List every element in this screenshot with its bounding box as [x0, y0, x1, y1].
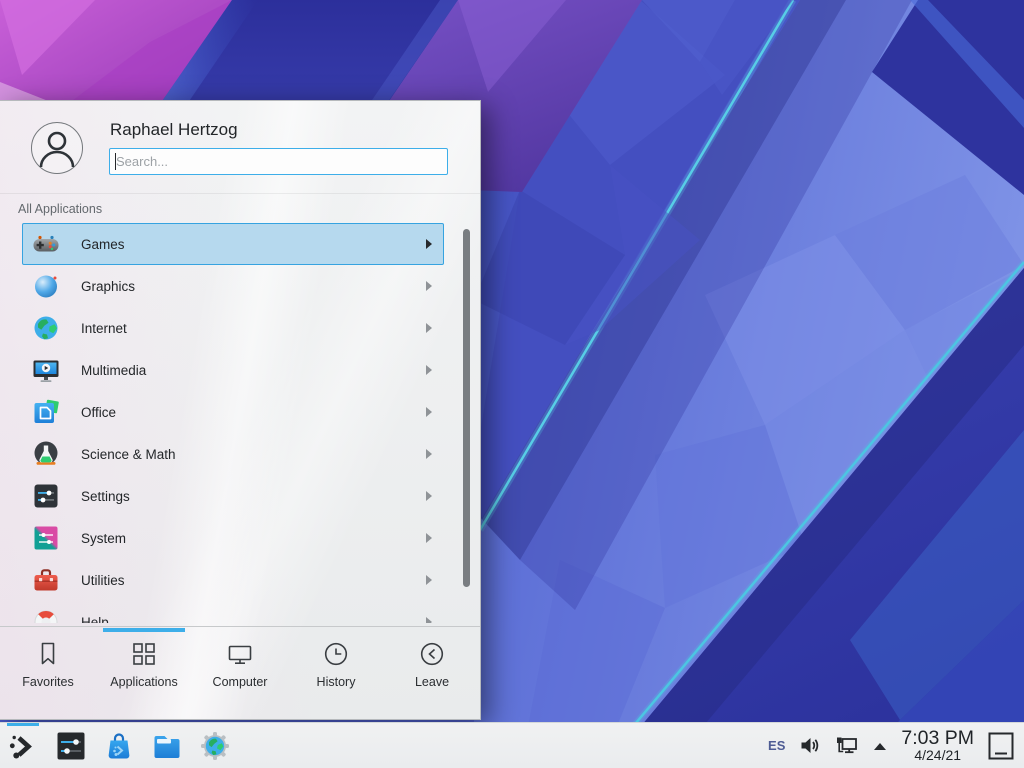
tab-label: Leave	[415, 675, 449, 689]
category-label: Games	[81, 237, 125, 252]
kde-launcher-icon	[8, 731, 38, 761]
tab-label: Favorites	[22, 675, 73, 689]
launcher-header: Raphael Hertzog	[0, 101, 480, 194]
chevron-right-icon	[426, 449, 432, 459]
clock-icon	[322, 640, 350, 668]
category-utilities[interactable]: Utilities	[22, 559, 444, 601]
tab-history[interactable]: History	[288, 627, 384, 719]
category-label: Internet	[81, 321, 127, 336]
tab-computer[interactable]: Computer	[192, 627, 288, 719]
chevron-right-icon	[426, 617, 432, 623]
globe-gear-icon	[200, 731, 230, 761]
desktop: Raphael Hertzog All Applications Games	[0, 0, 1024, 768]
category-label: Graphics	[81, 279, 135, 294]
tab-label: Computer	[213, 675, 268, 689]
tab-label: History	[317, 675, 356, 689]
category-list: Games Graphics Internet	[22, 223, 444, 623]
web-browser-button[interactable]	[198, 723, 232, 768]
category-help[interactable]: Help	[22, 601, 444, 623]
taskbar-panel: ES 7:03 PM 4/24/21	[0, 722, 1024, 768]
folder-icon	[152, 731, 182, 761]
taskbar-launchers	[0, 723, 232, 768]
category-system[interactable]: System	[22, 517, 444, 559]
bookmark-icon	[34, 640, 62, 668]
clock-time: 7:03 PM	[901, 728, 974, 748]
text-caret	[115, 153, 116, 170]
system-tray: ES 7:03 PM 4/24/21	[768, 728, 1024, 763]
system-settings-button[interactable]	[54, 723, 88, 768]
network-icon[interactable]	[834, 734, 859, 757]
utilities-icon	[32, 566, 60, 594]
category-science-math[interactable]: Science & Math	[22, 433, 444, 475]
chevron-right-icon	[426, 575, 432, 585]
shopping-bag-icon	[104, 731, 134, 761]
sphere-icon	[32, 272, 60, 300]
grid-icon	[130, 640, 158, 668]
tray-expander-caret-icon[interactable]	[872, 740, 888, 752]
tab-label: Applications	[110, 675, 177, 689]
chevron-right-icon	[426, 281, 432, 291]
category-multimedia[interactable]: Multimedia	[22, 349, 444, 391]
search-input[interactable]	[109, 148, 448, 175]
globe-icon	[32, 314, 60, 342]
tab-leave[interactable]: Leave	[384, 627, 480, 719]
show-desktop-button[interactable]	[987, 731, 1015, 761]
chevron-right-icon	[426, 491, 432, 501]
system-icon	[32, 524, 60, 552]
category-office[interactable]: Office	[22, 391, 444, 433]
launcher-tabbar: Favorites Applications C	[0, 626, 480, 719]
chevron-right-icon	[426, 407, 432, 417]
category-settings[interactable]: Settings	[22, 475, 444, 517]
category-label: Multimedia	[81, 363, 146, 378]
discover-button[interactable]	[102, 723, 136, 768]
tab-applications[interactable]: Applications	[96, 627, 192, 719]
office-icon	[32, 398, 60, 426]
user-avatar[interactable]	[31, 122, 83, 174]
tab-favorites[interactable]: Favorites	[0, 627, 96, 719]
section-label: All Applications	[18, 202, 102, 216]
clock-date: 4/24/21	[901, 748, 974, 763]
leave-icon	[418, 640, 446, 668]
person-icon	[32, 123, 82, 173]
monitor-icon	[226, 640, 254, 668]
user-name: Raphael Hertzog	[110, 120, 238, 140]
category-label: Settings	[81, 489, 130, 504]
gamepad-icon	[32, 230, 60, 258]
category-label: Help	[81, 615, 109, 624]
chevron-right-icon	[426, 533, 432, 543]
chevron-right-icon	[426, 365, 432, 375]
keyboard-layout-indicator[interactable]: ES	[768, 738, 785, 753]
scrollbar-thumb[interactable]	[463, 229, 470, 587]
sliders-icon	[56, 731, 86, 761]
category-label: System	[81, 531, 126, 546]
multimedia-icon	[32, 356, 60, 384]
file-manager-button[interactable]	[150, 723, 184, 768]
help-icon	[32, 608, 60, 623]
science-icon	[32, 440, 60, 468]
settings-icon	[32, 482, 60, 510]
digital-clock[interactable]: 7:03 PM 4/24/21	[901, 728, 974, 763]
category-label: Utilities	[81, 573, 125, 588]
application-launcher-menu: Raphael Hertzog All Applications Games	[0, 100, 481, 720]
category-internet[interactable]: Internet	[22, 307, 444, 349]
category-label: Office	[81, 405, 116, 420]
chevron-right-icon	[426, 239, 432, 249]
search-field-wrap	[109, 148, 448, 175]
chevron-right-icon	[426, 323, 432, 333]
category-games[interactable]: Games	[22, 223, 444, 265]
application-launcher-button[interactable]	[6, 723, 40, 768]
category-label: Science & Math	[81, 447, 176, 462]
volume-icon[interactable]	[798, 734, 821, 757]
category-graphics[interactable]: Graphics	[22, 265, 444, 307]
